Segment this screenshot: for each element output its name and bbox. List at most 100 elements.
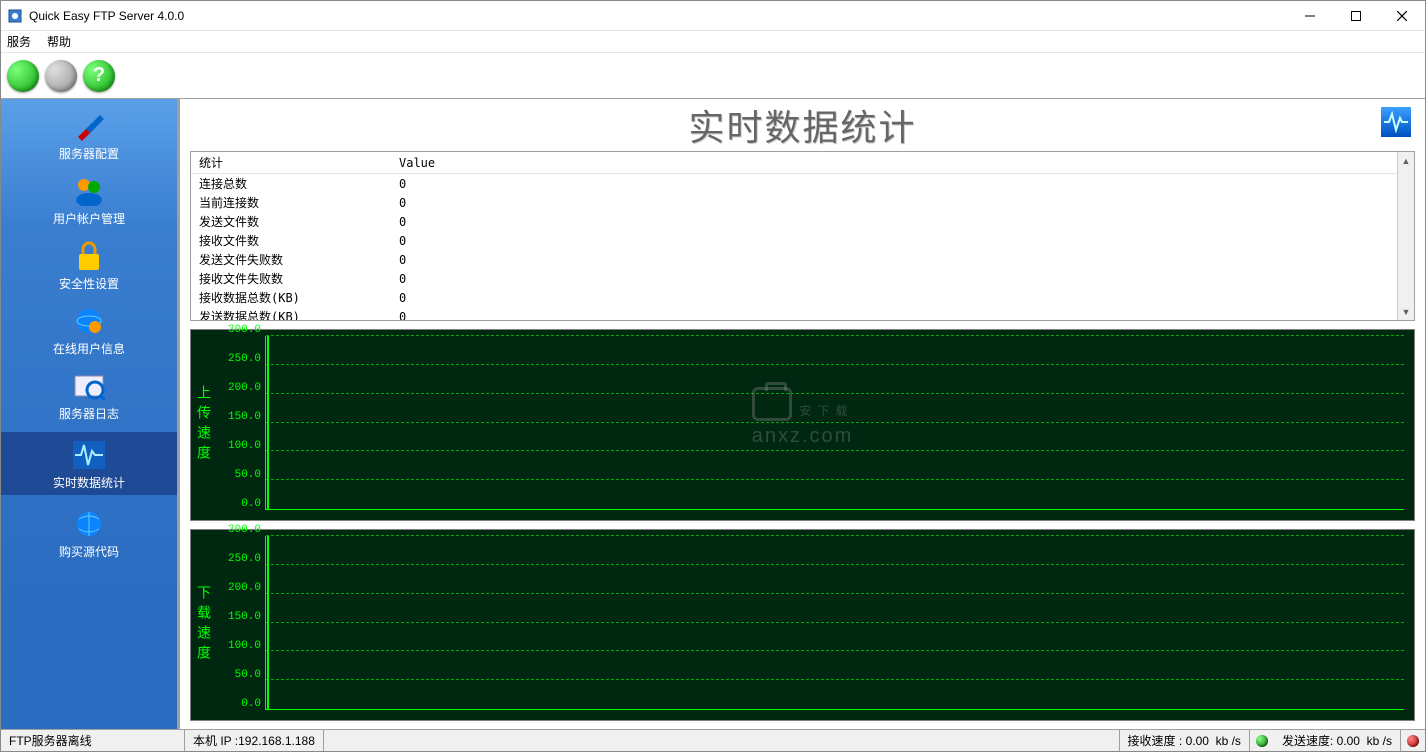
sidebar-item-online-users[interactable]: 在线用户信息 — [1, 302, 177, 357]
grid-line — [266, 364, 1404, 365]
stats-table-box: 统计 Value 连接总数0当前连接数0发送文件数0接收文件数0发送文件失败数0… — [190, 151, 1415, 321]
stat-value: 0 — [391, 212, 1397, 231]
main-area: 服务器配置 用户帐户管理 安全性设置 在线用户信息 服务器日志 — [1, 99, 1425, 729]
col-value[interactable]: Value — [391, 152, 1397, 174]
app-icon — [7, 8, 23, 24]
start-server-button[interactable] — [7, 60, 39, 92]
sidebar-item-realtime-stats[interactable]: 实时数据统计 — [1, 432, 177, 495]
grid-line — [266, 593, 1404, 594]
stat-label: 接收文件数 — [191, 231, 391, 250]
status-local-ip: 本机 IP :192.168.1.188 — [185, 730, 324, 751]
content-header: 实时数据统计 — [180, 99, 1425, 151]
y-tick-label: 250.0 — [219, 353, 261, 365]
sidebar-item-security[interactable]: 安全性设置 — [1, 237, 177, 292]
stat-label: 连接总数 — [191, 174, 391, 194]
stats-table: 统计 Value 连接总数0当前连接数0发送文件数0接收文件数0发送文件失败数0… — [191, 152, 1397, 320]
sidebar-item-label: 购买源代码 — [1, 543, 177, 560]
globe-users-icon — [1, 302, 177, 340]
minimize-button[interactable] — [1287, 1, 1333, 31]
grid-line — [266, 679, 1404, 680]
table-row[interactable]: 发送数据总数(KB)0 — [191, 307, 1397, 320]
content-panel: 安下载 anxz.com 实时数据统计 统计 Value 连接总数0当前连接数0… — [179, 99, 1425, 729]
stat-label: 发送文件失败数 — [191, 250, 391, 269]
stat-value: 0 — [391, 193, 1397, 212]
download-chart-plot: 0.050.0100.0150.0200.0250.0300.0 — [213, 530, 1414, 720]
grid-line — [266, 535, 1404, 536]
toolbar: ? — [1, 53, 1425, 99]
grid-line — [266, 650, 1404, 651]
upload-chart: 上传速度 0.050.0100.0150.0200.0250.0300.0 — [190, 329, 1415, 521]
y-tick-label: 0.0 — [219, 698, 261, 710]
users-icon — [1, 172, 177, 210]
lock-icon — [1, 237, 177, 275]
y-tick-label: 300.0 — [219, 524, 261, 536]
sidebar-item-label: 在线用户信息 — [1, 340, 177, 357]
y-tick-label: 100.0 — [219, 640, 261, 652]
y-tick-label: 150.0 — [219, 611, 261, 623]
upload-chart-plot: 0.050.0100.0150.0200.0250.0300.0 — [213, 330, 1414, 520]
stat-label: 当前连接数 — [191, 193, 391, 212]
grid-line — [266, 393, 1404, 394]
send-led-icon — [1407, 735, 1419, 747]
stat-label: 发送文件数 — [191, 212, 391, 231]
table-row[interactable]: 发送文件失败数0 — [191, 250, 1397, 269]
table-row[interactable]: 接收文件失败数0 — [191, 269, 1397, 288]
y-tick-label: 50.0 — [219, 669, 261, 681]
stats-scrollbar[interactable]: ▲ ▼ — [1397, 152, 1414, 320]
table-row[interactable]: 发送文件数0 — [191, 212, 1397, 231]
download-chart-grid — [265, 536, 1404, 710]
table-row[interactable]: 接收文件数0 — [191, 231, 1397, 250]
stop-server-button[interactable] — [45, 60, 77, 92]
y-tick-label: 200.0 — [219, 582, 261, 594]
status-recv-speed: 接收速度 : 0.00 kb /s — [1120, 730, 1250, 751]
stat-value: 0 — [391, 307, 1397, 320]
col-stat[interactable]: 统计 — [191, 152, 391, 174]
table-row[interactable]: 连接总数0 — [191, 174, 1397, 194]
close-button[interactable] — [1379, 1, 1425, 31]
menu-help[interactable]: 帮助 — [47, 33, 71, 50]
data-spike — [267, 336, 269, 509]
maximize-button[interactable] — [1333, 1, 1379, 31]
pulse-icon — [1, 436, 177, 474]
stat-label: 接收数据总数(KB) — [191, 288, 391, 307]
sidebar-item-label: 服务器配置 — [1, 145, 177, 162]
scroll-up-icon[interactable]: ▲ — [1398, 152, 1414, 169]
y-tick-label: 0.0 — [219, 498, 261, 510]
stat-label: 接收文件失败数 — [191, 269, 391, 288]
y-tick-label: 50.0 — [219, 469, 261, 481]
data-spike — [267, 536, 269, 709]
content-title: 实时数据统计 — [688, 99, 916, 151]
y-tick-label: 200.0 — [219, 382, 261, 394]
sidebar-item-user-accounts[interactable]: 用户帐户管理 — [1, 172, 177, 227]
stat-value: 0 — [391, 288, 1397, 307]
stat-value: 0 — [391, 231, 1397, 250]
table-row[interactable]: 接收数据总数(KB)0 — [191, 288, 1397, 307]
scroll-down-icon[interactable]: ▼ — [1398, 303, 1414, 320]
stat-value: 0 — [391, 269, 1397, 288]
menu-service[interactable]: 服务 — [7, 33, 31, 50]
stat-label: 发送数据总数(KB) — [191, 307, 391, 320]
y-tick-label: 250.0 — [219, 553, 261, 565]
sidebar-item-label: 安全性设置 — [1, 275, 177, 292]
sidebar-item-server-log[interactable]: 服务器日志 — [1, 367, 177, 422]
window-title: Quick Easy FTP Server 4.0.0 — [29, 9, 1287, 23]
statusbar: FTP服务器离线 本机 IP :192.168.1.188 接收速度 : 0.0… — [1, 729, 1425, 751]
status-spacer — [324, 730, 1120, 751]
grid-line — [266, 450, 1404, 451]
grid-line — [266, 564, 1404, 565]
grid-line — [266, 335, 1404, 336]
upload-chart-ylabel: 上传速度 — [192, 385, 212, 465]
grid-line — [266, 422, 1404, 423]
sidebar-item-buy-source[interactable]: 购买源代码 — [1, 505, 177, 560]
recv-led-icon — [1256, 735, 1268, 747]
sidebar-item-server-config[interactable]: 服务器配置 — [1, 107, 177, 162]
globe-icon — [1, 505, 177, 543]
sidebar-item-label: 实时数据统计 — [1, 474, 177, 491]
y-tick-label: 300.0 — [219, 324, 261, 336]
help-button[interactable]: ? — [83, 60, 115, 92]
status-send-speed: 发送速度: 0.00 kb /s — [1274, 730, 1401, 751]
sidebar-item-label: 用户帐户管理 — [1, 210, 177, 227]
table-row[interactable]: 当前连接数0 — [191, 193, 1397, 212]
sidebar-item-label: 服务器日志 — [1, 405, 177, 422]
download-chart: 下载速度 0.050.0100.0150.0200.0250.0300.0 — [190, 529, 1415, 721]
